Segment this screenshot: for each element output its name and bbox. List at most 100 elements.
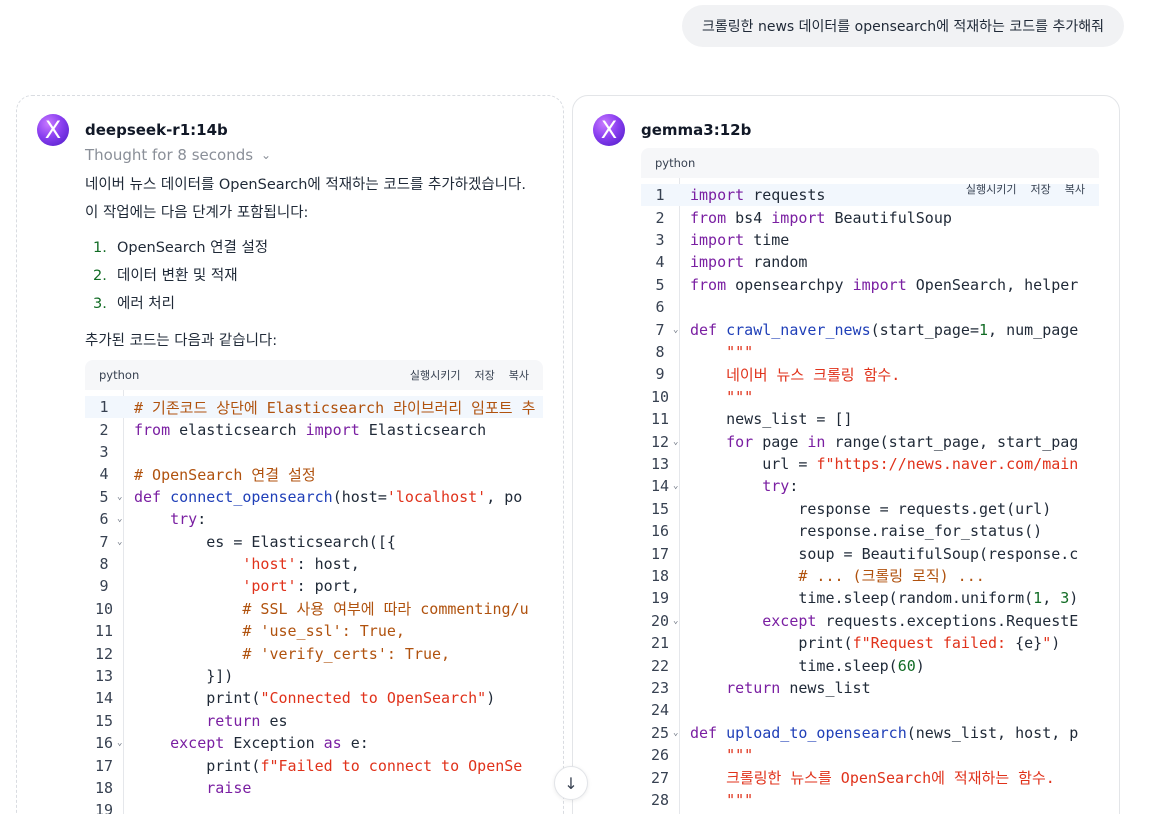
code-text: # ... (크롤링 로직) ...: [798, 567, 985, 586]
code-text: import time: [690, 230, 790, 249]
fold-chevron-icon[interactable]: ⌄: [117, 492, 127, 502]
code-line: 21 print(f"Request failed: {e}"): [641, 632, 1099, 654]
code-line: 12 ⌄ for page in range(start_page, start_…: [641, 430, 1099, 452]
code-line: 4 # OpenSearch 연결 설정: [85, 463, 543, 485]
code-text: response = requests.get(url): [690, 499, 1052, 518]
code-editor-left[interactable]: 1 # 기존코드 상단에 Elasticsearch 라이브러리 임포트 추 2 fr…: [85, 390, 543, 814]
code-text: 'host': host,: [242, 554, 360, 573]
code-text: from elasticsearch import Elasticsearch: [134, 420, 487, 439]
code-line: 17 print(f"Failed to connect to OpenSe: [85, 754, 543, 776]
code-line: 5 ⌄ def connect_opensearch(host='localhost…: [85, 486, 543, 508]
code-line: 25 ⌄ def upload_to_opensearch(news_list, h…: [641, 722, 1099, 744]
thought-toggle[interactable]: Thought for 8 seconds ⌄: [85, 146, 271, 164]
code-line: 7 ⌄ es = Elasticsearch([{: [85, 530, 543, 552]
code-text: print(f"Request failed: {e}"): [690, 634, 1061, 653]
line-number: 2: [99, 420, 109, 439]
line-number: 23: [650, 678, 670, 697]
code-line: 15 return es: [85, 710, 543, 732]
model-header-right: X gemma3:12b: [593, 114, 751, 146]
code-line: 9 'port': port,: [85, 575, 543, 597]
code-line: 8 'host': host,: [85, 553, 543, 575]
code-text: """: [726, 387, 754, 406]
code-text: def connect_opensearch(host='localhost',…: [134, 487, 523, 506]
arrow-down-icon: ↓: [564, 773, 578, 793]
fold-chevron-icon[interactable]: ⌄: [673, 437, 683, 447]
user-message-text: 크롤링한 news 데이터를 opensearch에 적재하는 코드를 추가해줘: [702, 19, 1104, 35]
code-text: news_list = []: [690, 410, 853, 429]
fold-chevron-icon[interactable]: ⌄: [673, 325, 683, 335]
code-text: 크롤링한 뉴스를 OpenSearch에 적재하는 함수.: [726, 769, 1055, 788]
code-text: for page in range(start_page, start_pag: [726, 432, 1079, 451]
line-number: 11: [94, 622, 114, 641]
code-text: try:: [762, 477, 799, 496]
code-text: return news_list: [726, 678, 871, 697]
copy-button[interactable]: 복사: [1065, 181, 1085, 197]
code-text: """: [726, 342, 754, 361]
fold-chevron-icon[interactable]: ⌄: [673, 728, 683, 738]
line-number: 1: [99, 398, 109, 417]
code-line: 6: [641, 296, 1099, 318]
code-text: time.sleep(random.uniform(1, 3): [690, 589, 1079, 608]
save-button[interactable]: 저장: [475, 367, 495, 383]
line-number: 19: [650, 589, 670, 608]
copy-button[interactable]: 복사: [509, 367, 529, 383]
code-header-left: python 실행시키기 저장 복사: [85, 360, 543, 390]
code-language-label: python: [99, 368, 140, 382]
code-line: 20 ⌄ except requests.exceptions.RequestE: [641, 610, 1099, 632]
line-number: 13: [650, 454, 670, 473]
code-text: def crawl_naver_news(start_page=1, num_p…: [690, 320, 1079, 339]
fold-chevron-icon[interactable]: ⌄: [117, 514, 127, 524]
code-line: 10 # SSL 사용 여부에 따라 commenting/u: [85, 598, 543, 620]
line-number: 17: [650, 544, 670, 563]
code-line: 15 response = requests.get(url): [641, 498, 1099, 520]
thought-label: Thought for 8 seconds: [85, 146, 254, 164]
code-text: 네이버 뉴스 크롤링 함수.: [726, 365, 901, 384]
code-text: es = Elasticsearch([{: [134, 532, 396, 551]
code-line: 14 ⌄ try:: [641, 475, 1099, 497]
model-header-left: X deepseek-r1:14b: [37, 114, 228, 146]
code-line: 24: [641, 699, 1099, 721]
code-text: url = f"https://news.naver.com/main: [690, 454, 1079, 473]
response-panel-right: X gemma3:12b python 1 import requests 2 fro…: [572, 95, 1120, 814]
fold-chevron-icon[interactable]: ⌄: [117, 738, 127, 748]
intro-line-1: 네이버 뉴스 데이터를 OpenSearch에 적재하는 코드를 추가하겠습니다…: [85, 177, 526, 193]
user-message-bubble: 크롤링한 news 데이터를 opensearch에 적재하는 코드를 추가해줘: [682, 5, 1124, 47]
code-text: try:: [170, 510, 207, 529]
code-text: from bs4 import BeautifulSoup: [690, 208, 952, 227]
code-line: 17 soup = BeautifulSoup(response.c: [641, 542, 1099, 564]
fold-chevron-icon[interactable]: ⌄: [673, 616, 683, 626]
run-button[interactable]: 실행시키기: [410, 367, 461, 383]
scroll-to-bottom-button[interactable]: ↓: [554, 766, 588, 800]
line-number: 15: [650, 499, 670, 518]
code-editor-right[interactable]: 1 import requests 2 from bs4 import Beautif…: [641, 178, 1099, 814]
fold-chevron-icon[interactable]: ⌄: [673, 481, 683, 491]
code-line: 26 """: [641, 744, 1099, 766]
line-number: 24: [650, 701, 670, 720]
run-button[interactable]: 실행시키기: [966, 181, 1017, 197]
chevron-down-icon: ⌄: [261, 148, 272, 162]
code-intro: 추가된 코드는 다음과 같습니다:: [85, 333, 278, 349]
code-block-left: python 실행시키기 저장 복사 1 # 기존코드 상단에 Elasticse…: [85, 360, 543, 814]
list-item: 1. OpenSearch 연결 설정: [93, 240, 269, 256]
code-text: raise: [206, 778, 252, 797]
code-text: except requests.exceptions.RequestE: [762, 611, 1079, 630]
line-number: 1: [655, 186, 665, 205]
line-number: 6: [655, 298, 665, 317]
save-button[interactable]: 저장: [1031, 181, 1051, 197]
code-line: 28 """: [641, 789, 1099, 811]
fold-chevron-icon[interactable]: ⌄: [117, 537, 127, 547]
code-text: 'port': port,: [242, 577, 360, 596]
code-text: """: [726, 790, 754, 809]
line-number: 18: [650, 566, 670, 585]
code-line: 1 # 기존코드 상단에 Elasticsearch 라이브러리 임포트 추: [85, 396, 543, 419]
code-text: time.sleep(60): [690, 656, 925, 675]
line-number: 16: [650, 522, 670, 541]
code-line: 22 time.sleep(60): [641, 654, 1099, 676]
code-text: print(f"Failed to connect to OpenSe: [134, 756, 523, 775]
code-text: # 'use_ssl': True,: [242, 622, 405, 641]
line-number: 21: [650, 634, 670, 653]
line-number: 13: [94, 666, 114, 685]
code-block-right: python 1 import requests 2 from bs4 import …: [641, 148, 1099, 814]
code-text: except Exception as e:: [170, 734, 369, 753]
code-line: 23 return news_list: [641, 677, 1099, 699]
